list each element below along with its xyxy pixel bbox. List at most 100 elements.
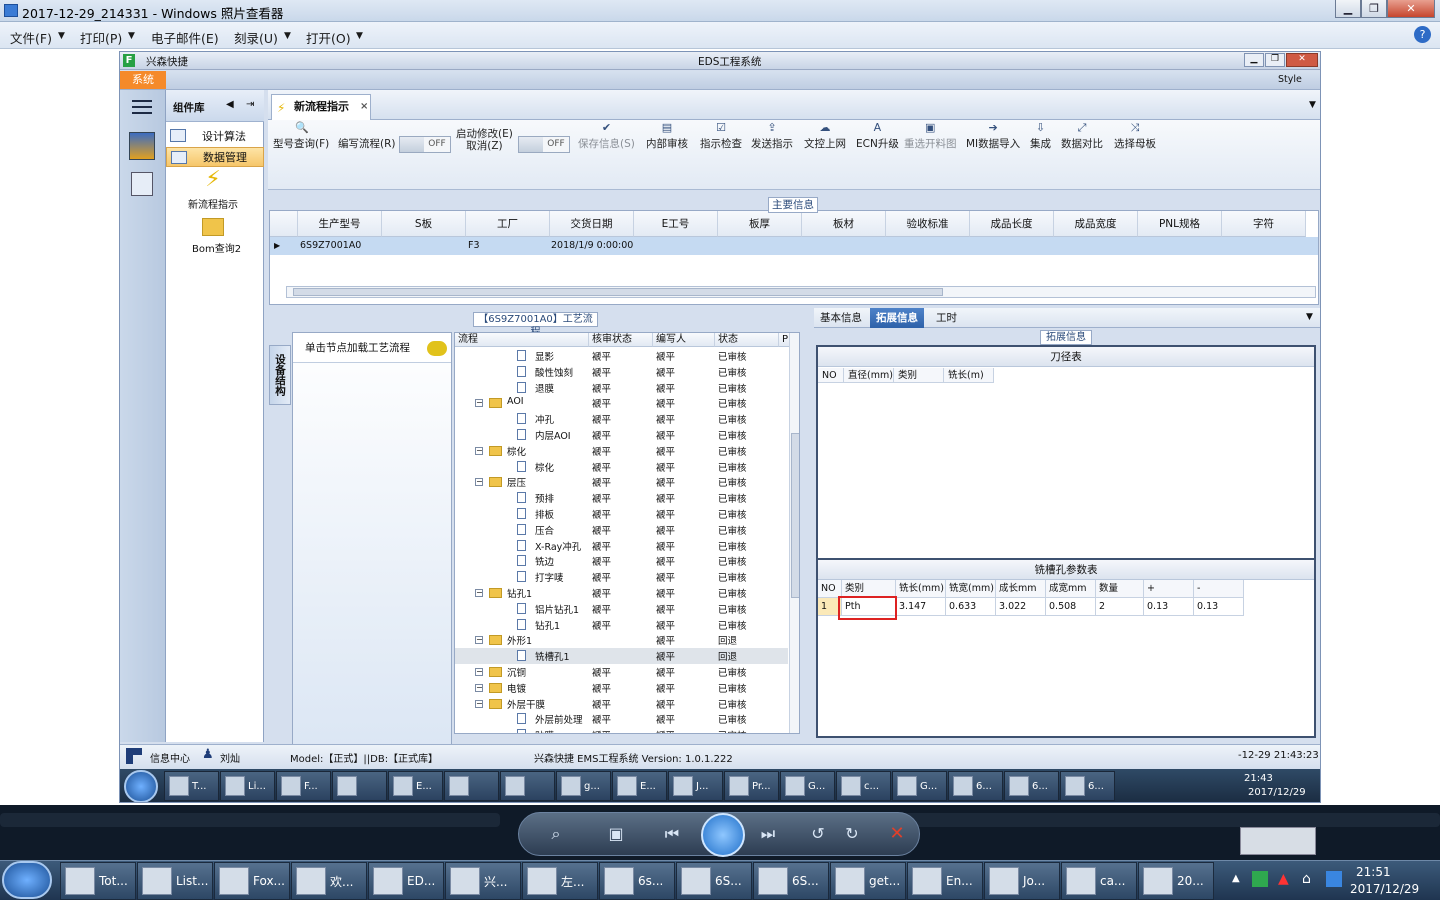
chevron-down-icon[interactable]: ▼ (284, 31, 291, 41)
column-header[interactable]: 核审状态 (589, 333, 653, 347)
start-button[interactable] (2, 861, 52, 899)
tree-row[interactable]: 压合 褫平 褫平 已审核 (455, 522, 788, 538)
column-header[interactable]: 铣宽(mm) (946, 580, 996, 598)
tree-row[interactable]: 退膜 褫平 褫平 已审核 (455, 380, 788, 396)
start-button[interactable] (124, 770, 158, 802)
style-menu[interactable]: Style (1278, 74, 1302, 85)
taskbar-button[interactable]: g... (556, 771, 611, 801)
ecn-upgrade-button[interactable]: A ECN升级 (856, 122, 899, 151)
expand-toggle-icon[interactable]: − (475, 478, 483, 487)
app-minimize-button[interactable]: ▁ (1244, 53, 1264, 67)
expand-toggle-icon[interactable]: − (475, 636, 483, 645)
taskbar-button[interactable]: 6... (1060, 771, 1115, 801)
tree-row[interactable]: − 外层干膜 褫平 褫平 已审核 (455, 696, 788, 712)
taskbar-button[interactable]: Fox... (214, 862, 290, 900)
taskbar-button[interactable]: ca... (1061, 862, 1137, 900)
menu-icon[interactable] (132, 100, 152, 102)
column-header[interactable]: 成品长度 (970, 211, 1054, 237)
chevron-down-icon[interactable]: ▼ (356, 31, 363, 41)
previous-icon[interactable]: ⏮ (659, 821, 685, 847)
scroll-thumb[interactable] (791, 433, 799, 598)
column-header[interactable]: 验收标准 (886, 211, 970, 237)
chevron-down-icon[interactable]: ▼ (128, 31, 135, 41)
taskbar-button[interactable]: Li... (220, 771, 275, 801)
table-cell[interactable]: 2 (1096, 598, 1144, 616)
tree-row[interactable]: − 棕化 褫平 褫平 已审核 (455, 443, 788, 459)
folder-open-icon[interactable] (202, 218, 224, 236)
next-icon[interactable]: ⏭ (755, 821, 781, 847)
chevron-down-icon[interactable]: ▼ (58, 31, 65, 41)
send-instruction-button[interactable]: ⇪ 发送指示 (751, 122, 793, 151)
yx-module-icon[interactable] (129, 132, 155, 160)
modify-toggle[interactable]: OFF (518, 136, 570, 153)
column-header[interactable]: 交货日期 (550, 211, 634, 237)
integrate-button[interactable]: ⇩ 集成 (1030, 122, 1051, 151)
grid-icon[interactable] (126, 748, 142, 764)
taskbar-button[interactable]: Jo... (984, 862, 1060, 900)
tree-row[interactable]: − 沉铜 褫平 褫平 已审核 (455, 664, 788, 680)
network-icon[interactable]: ⌂ (1302, 871, 1311, 887)
tree-row[interactable]: X-Ray冲孔 褫平 褫平 已审核 (455, 538, 788, 554)
table-cell[interactable]: 0.13 (1144, 598, 1194, 616)
taskbar-button[interactable]: Tot... (60, 862, 136, 900)
scroll-thumb[interactable] (293, 288, 943, 296)
close-tab-icon[interactable]: × (360, 95, 368, 119)
taskbar-button[interactable]: F... (276, 771, 331, 801)
rotate-ccw-icon[interactable]: ↺ (805, 821, 831, 847)
tab-work-hours[interactable]: 工时 (930, 308, 963, 328)
tree-row[interactable]: 铣槽孔1 褫平 回退 (455, 648, 788, 664)
reselect-cut-chart-button[interactable]: ▣ 重选开料图 (904, 122, 957, 151)
app-close-button[interactable]: ✕ (1286, 53, 1318, 67)
tray-app-icon[interactable] (1326, 871, 1342, 887)
taskbar-button[interactable]: List... (137, 862, 213, 900)
tree-row[interactable]: 内层AOI 褫平 褫平 已审核 (455, 427, 788, 443)
taskbar-button[interactable]: get... (830, 862, 906, 900)
taskbar-button[interactable]: ED... (368, 862, 444, 900)
start-modify-button[interactable]: 启动修改(E) 取消(Z) (456, 128, 513, 152)
column-header[interactable]: 铣长(mm) (896, 580, 946, 598)
tree-row[interactable]: − 钻孔1 褫平 褫平 已审核 (455, 585, 788, 601)
column-header[interactable]: 成长mm (996, 580, 1046, 598)
taskbar-button[interactable]: En... (907, 862, 983, 900)
model-query-button[interactable]: 🔍 型号查询(F) (273, 122, 329, 151)
taskbar-button[interactable]: T... (164, 771, 219, 801)
clock-date[interactable]: 2017/12/29 (1350, 882, 1419, 896)
expand-toggle-icon[interactable]: − (475, 446, 483, 455)
column-header[interactable]: 板材 (802, 211, 886, 237)
column-header[interactable]: 数量 (1096, 580, 1144, 598)
tree-row[interactable]: − 层压 褫平 褫平 已审核 (455, 474, 788, 490)
maximize-button[interactable]: ❐ (1361, 0, 1387, 18)
equipment-structure-tab[interactable]: 设备结构 (269, 345, 291, 405)
instruction-check-button[interactable]: ☑ 指示检查 (700, 122, 742, 151)
column-header[interactable]: 成品宽度 (1054, 211, 1138, 237)
select-mother-board-button[interactable]: ⤨ 选择母板 (1114, 122, 1156, 151)
tool-bom-query[interactable]: Bom查询2 (192, 240, 241, 255)
column-header[interactable]: 类别 (894, 368, 944, 383)
rotate-cw-icon[interactable]: ↻ (839, 821, 865, 847)
taskbar-button[interactable]: E... (388, 771, 443, 801)
tree-row[interactable]: 棕化 褫平 褫平 已审核 (455, 459, 788, 475)
internal-review-button[interactable]: ▤ 内部审核 (646, 122, 688, 151)
taskbar-button[interactable]: J... (668, 771, 723, 801)
tree-row[interactable]: 预排 褫平 褫平 已审核 (455, 490, 788, 506)
taskbar-button[interactable]: 6... (948, 771, 1003, 801)
tree-row[interactable]: 打字唛 褫平 褫平 已审核 (455, 569, 788, 585)
column-header[interactable]: PNL规格 (1138, 211, 1222, 237)
vertical-scrollbar[interactable] (789, 333, 799, 733)
system-tab[interactable]: 系统 (120, 71, 166, 89)
tree-row[interactable]: 外层前处理 褫平 褫平 已审核 (455, 711, 788, 727)
column-header[interactable]: 流程 (455, 333, 589, 347)
app-maximize-button[interactable]: ❐ (1265, 53, 1285, 67)
tab-basic-info[interactable]: 基本信息 (814, 308, 868, 328)
info-center-link[interactable]: 信息中心 (150, 750, 190, 765)
tree-row[interactable]: 铣边 褫平 褫平 已审核 (455, 553, 788, 569)
menu-burn[interactable]: 刻录(U) (234, 28, 278, 47)
taskbar-button[interactable]: 左... (522, 862, 598, 900)
expand-toggle-icon[interactable]: − (475, 699, 483, 708)
lightning-icon[interactable]: ⚡ (202, 168, 224, 192)
column-header[interactable]: + (1144, 580, 1194, 598)
menu-email[interactable]: 电子邮件(E) (151, 28, 219, 47)
tree-row[interactable]: 冲孔 褫平 褫平 已审核 (455, 411, 788, 427)
table-cell[interactable]: 0.508 (1046, 598, 1096, 616)
menu-print[interactable]: 打印(P) (80, 28, 122, 47)
